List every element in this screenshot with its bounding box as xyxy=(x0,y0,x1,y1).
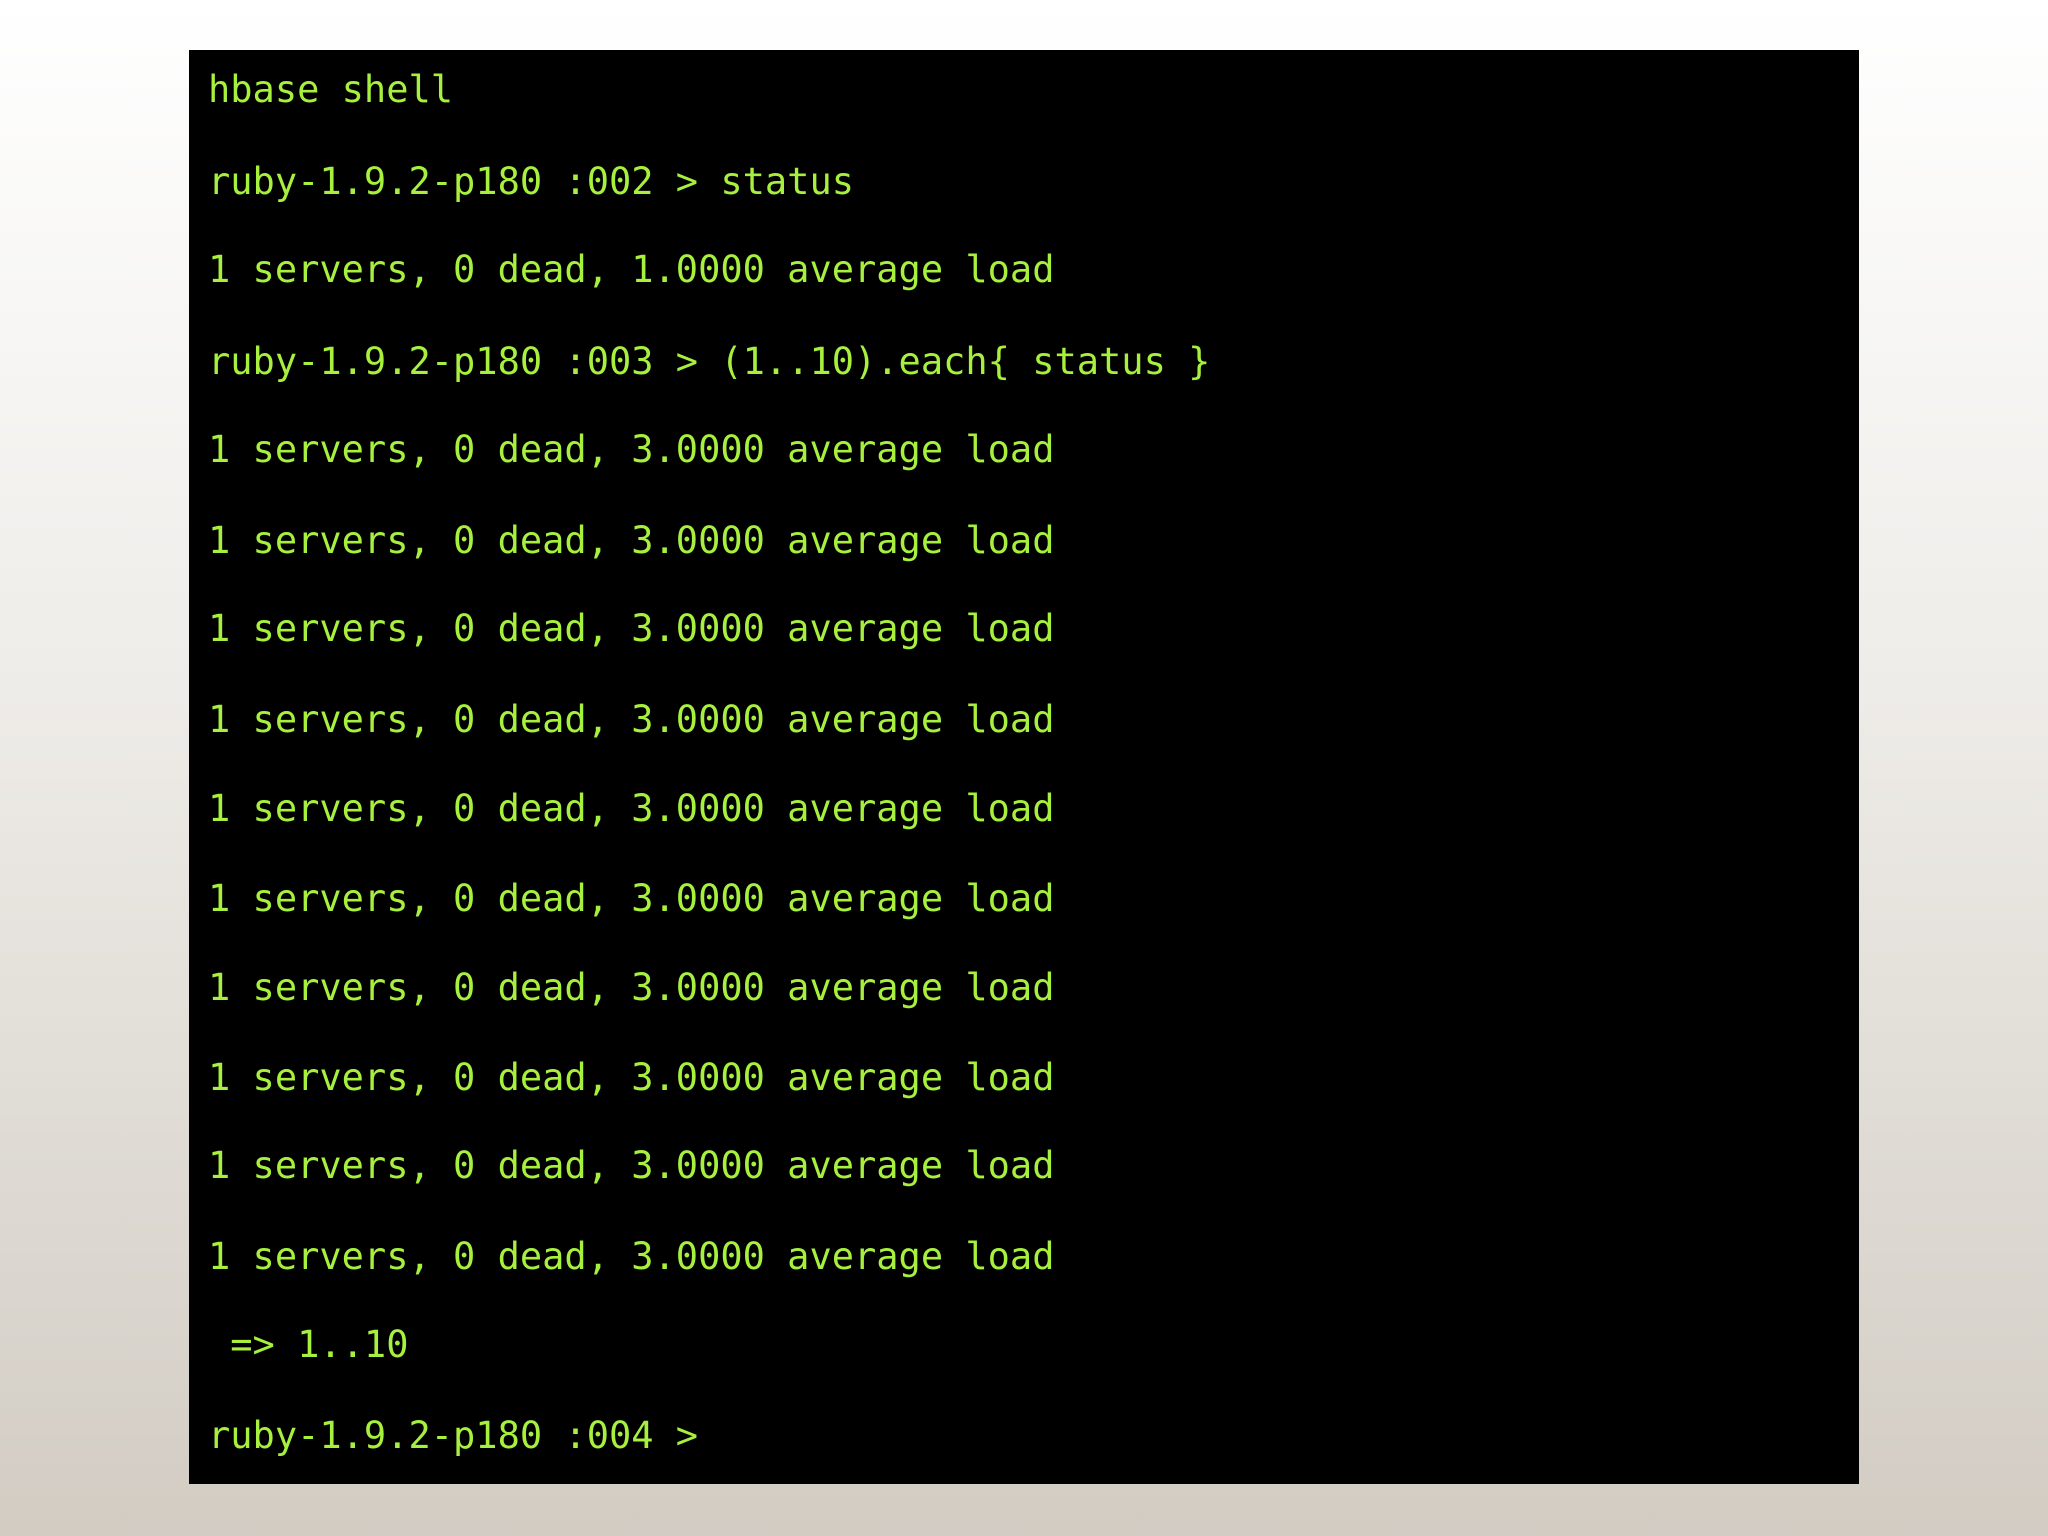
output-line: 1 servers, 0 dead, 3.0000 average load xyxy=(208,607,1055,650)
prompt-line: ruby-1.9.2-p180 :003 > (1..10).each{ sta… xyxy=(208,340,1211,383)
output-line: 1 servers, 0 dead, 3.0000 average load xyxy=(208,428,1055,471)
output-line: 1 servers, 0 dead, 3.0000 average load xyxy=(208,966,1055,1009)
output-line: 1 servers, 0 dead, 3.0000 average load xyxy=(208,787,1055,830)
output-line: 1 servers, 0 dead, 3.0000 average load xyxy=(208,877,1055,920)
output-line: 1 servers, 0 dead, 3.0000 average load xyxy=(208,1235,1055,1278)
output-line: 1 servers, 0 dead, 1.0000 average load xyxy=(208,248,1055,291)
output-line: 1 servers, 0 dead, 3.0000 average load xyxy=(208,1056,1055,1099)
output-line: 1 servers, 0 dead, 3.0000 average load xyxy=(208,1144,1055,1187)
prompt-line: ruby-1.9.2-p180 :002 > status xyxy=(208,160,855,203)
output-line: 1 servers, 0 dead, 3.0000 average load xyxy=(208,519,1055,562)
output-line: 1 servers, 0 dead, 3.0000 average load xyxy=(208,698,1055,741)
result-line: => 1..10 xyxy=(208,1323,409,1366)
current-prompt-line[interactable]: ruby-1.9.2-p180 :004 > xyxy=(208,1414,698,1458)
terminal-window[interactable]: hbase shell ruby-1.9.2-p180 :002 > statu… xyxy=(189,50,1859,1484)
shell-command-line: hbase shell xyxy=(208,68,454,111)
